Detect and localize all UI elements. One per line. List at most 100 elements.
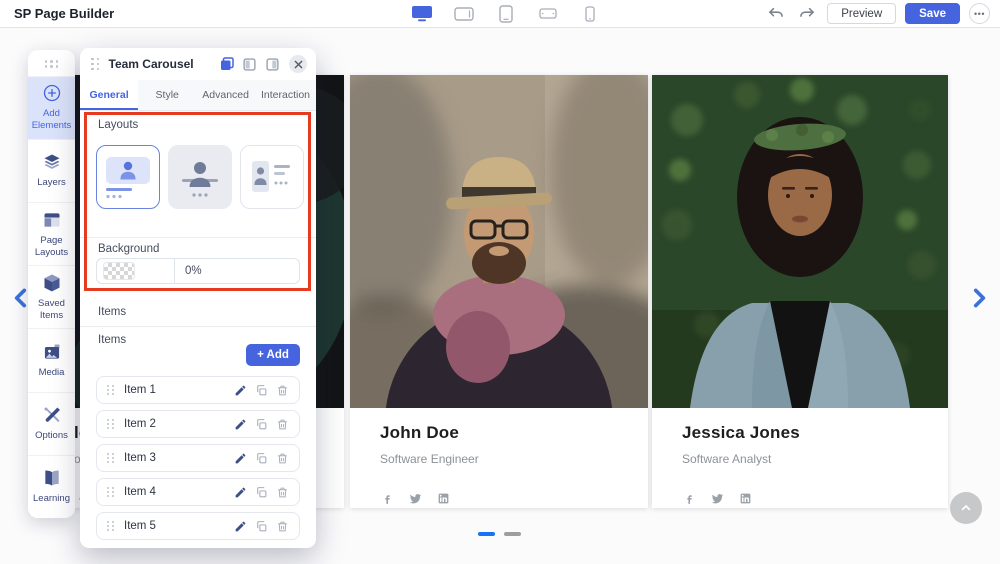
layout-image-left-thumbnail [248, 153, 296, 201]
learning-icon [42, 468, 62, 488]
delete-icon[interactable] [275, 451, 290, 466]
addon-settings-panel: Team Carousel [80, 48, 316, 548]
layouts-section-label: Layouts [98, 119, 138, 131]
panel-drag-handle-icon[interactable] [89, 56, 102, 73]
edit-icon[interactable] [233, 451, 248, 466]
pagination-dash-2[interactable] [504, 532, 521, 536]
edit-icon[interactable] [233, 485, 248, 500]
item-label: Item 5 [124, 520, 227, 532]
items-section-heading: Items [98, 306, 126, 318]
duplicate-icon[interactable] [254, 383, 269, 398]
toolbar-actions: Preview Save ••• [765, 0, 990, 27]
tablet-portrait-icon[interactable] [494, 3, 518, 25]
item-drag-handle-icon[interactable] [106, 452, 115, 464]
item-label: Item 1 [124, 384, 227, 396]
edit-icon[interactable] [233, 417, 248, 432]
popout-icon[interactable] [218, 56, 235, 73]
app-window: lc of [0, 0, 1000, 564]
tab-advanced[interactable]: Advanced [196, 80, 255, 110]
mobile-landscape-icon[interactable] [536, 3, 560, 25]
facebook-icon[interactable] [682, 491, 696, 505]
layout-options [96, 145, 304, 209]
duplicate-icon[interactable] [254, 485, 269, 500]
responsive-device-switcher [410, 0, 602, 27]
layers-icon [42, 152, 62, 172]
item-row-4[interactable]: Item 4 [96, 478, 300, 506]
duplicate-icon[interactable] [254, 451, 269, 466]
tab-general[interactable]: General [80, 80, 138, 110]
sidebar-item-learning[interactable]: Learning [28, 455, 75, 518]
item-drag-handle-icon[interactable] [106, 384, 115, 396]
save-button[interactable]: Save [905, 3, 960, 24]
sidebar-item-saved-items[interactable]: Saved Items [28, 265, 75, 328]
sidebar-item-options[interactable]: Options [28, 392, 75, 455]
sidebar-item-media[interactable]: Media [28, 328, 75, 391]
scroll-to-top-button[interactable] [950, 492, 982, 524]
transparent-swatch-icon [103, 262, 135, 280]
background-opacity-value[interactable]: 0% [175, 265, 299, 277]
item-row-1[interactable]: Item 1 [96, 376, 300, 404]
item-label: Item 2 [124, 418, 227, 430]
delete-icon[interactable] [275, 485, 290, 500]
jessica-jones-photo [652, 75, 948, 408]
sidebar-item-label: Page Layouts [30, 235, 73, 259]
delete-icon[interactable] [275, 383, 290, 398]
top-toolbar: SP Page Builder [0, 0, 1000, 28]
dock-right-icon[interactable] [264, 56, 281, 73]
duplicate-icon[interactable] [254, 417, 269, 432]
edit-icon[interactable] [233, 383, 248, 398]
redo-icon[interactable] [796, 5, 818, 23]
chevron-up-icon [958, 500, 974, 516]
item-row-2[interactable]: Item 2 [96, 410, 300, 438]
mobile-portrait-icon[interactable] [578, 3, 602, 25]
tab-style[interactable]: Style [138, 80, 196, 110]
item-row-5[interactable]: Item 5 [96, 512, 300, 540]
tablet-landscape-icon[interactable] [452, 3, 476, 25]
layout-option-image-centered[interactable] [168, 145, 232, 209]
ellipsis-icon: ••• [974, 9, 985, 19]
linkedin-icon[interactable] [738, 491, 752, 505]
sidebar-item-label: Options [35, 430, 68, 442]
tab-interaction[interactable]: Interaction [255, 80, 316, 110]
layout-option-image-left[interactable] [240, 145, 304, 209]
linkedin-icon[interactable] [436, 491, 450, 505]
section-divider [80, 326, 316, 327]
sidebar-item-label: Media [39, 367, 65, 379]
carousel-pagination [478, 532, 521, 536]
layout-option-image-top[interactable] [96, 145, 160, 209]
social-links [682, 491, 918, 505]
edit-icon[interactable] [233, 519, 248, 534]
sidebar-item-page-layouts[interactable]: Page Layouts [28, 202, 75, 265]
sidebar-item-layers[interactable]: Layers [28, 139, 75, 202]
sidebar-item-label: Add Elements [30, 108, 73, 132]
carousel-next-button[interactable] [966, 285, 992, 311]
twitter-icon[interactable] [710, 491, 724, 505]
item-drag-handle-icon[interactable] [106, 418, 115, 430]
undo-icon[interactable] [765, 5, 787, 23]
sidebar-drag-handle-icon[interactable] [43, 58, 61, 70]
team-card-john-doe: John Doe Software Engineer [350, 75, 648, 508]
background-color-picker[interactable] [97, 259, 175, 283]
dock-left-icon[interactable] [241, 56, 258, 73]
facebook-icon[interactable] [380, 491, 394, 505]
preview-button[interactable]: Preview [827, 3, 896, 24]
sidebar-item-label: Learning [33, 493, 70, 505]
delete-icon[interactable] [275, 519, 290, 534]
pagination-dash-1[interactable] [478, 532, 495, 536]
item-row-3[interactable]: Item 3 [96, 444, 300, 472]
sidebar-item-add-elements[interactable]: Add Elements [28, 76, 75, 139]
duplicate-icon[interactable] [254, 519, 269, 534]
close-icon[interactable] [289, 55, 307, 73]
member-role: Software Analyst [682, 452, 918, 466]
background-control: 0% [96, 258, 300, 284]
app-title: SP Page Builder [14, 6, 114, 21]
item-drag-handle-icon[interactable] [106, 486, 115, 498]
more-options-button[interactable]: ••• [969, 3, 990, 24]
twitter-icon[interactable] [408, 491, 422, 505]
add-item-button[interactable]: + Add [246, 344, 300, 366]
delete-icon[interactable] [275, 417, 290, 432]
section-divider [80, 237, 316, 238]
background-section-label: Background [98, 243, 159, 255]
desktop-icon[interactable] [410, 3, 434, 25]
item-drag-handle-icon[interactable] [106, 520, 115, 532]
